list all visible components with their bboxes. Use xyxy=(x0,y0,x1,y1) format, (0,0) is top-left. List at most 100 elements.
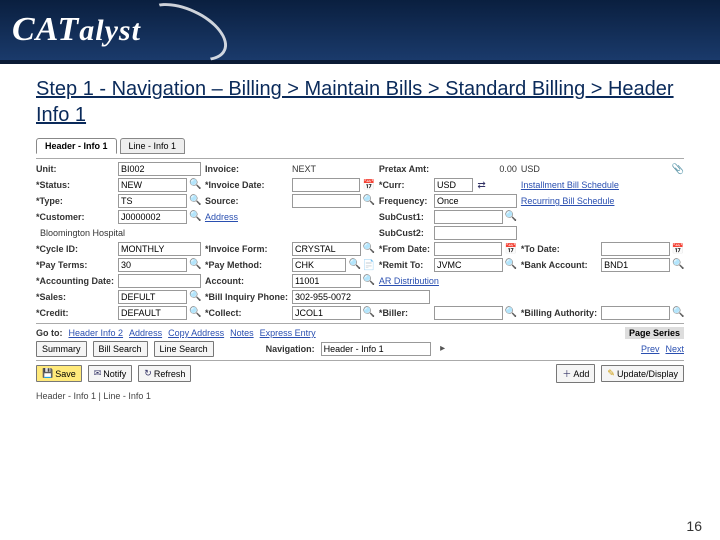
lookup-credit[interactable]: 🔍 xyxy=(189,307,201,319)
lookup-remit[interactable]: 🔍 xyxy=(505,259,517,271)
link-goto-address[interactable]: Address xyxy=(129,328,162,338)
label-type: Type: xyxy=(36,196,114,206)
link-ar-dist[interactable]: AR Distribution xyxy=(379,276,684,286)
tab-header-info1[interactable]: Header - Info 1 xyxy=(36,138,117,154)
input-customer[interactable] xyxy=(118,210,187,224)
lookup-status[interactable]: 🔍 xyxy=(189,179,201,191)
input-frequency[interactable] xyxy=(434,194,517,208)
lookup-payterms[interactable]: 🔍 xyxy=(189,259,201,271)
update-button[interactable]: ✎Update/Display xyxy=(601,365,684,382)
link-installment[interactable]: Installment Bill Schedule xyxy=(521,180,684,190)
input-inq-phone[interactable] xyxy=(292,290,430,304)
input-invoice-date[interactable] xyxy=(292,178,360,192)
label-to-date: To Date: xyxy=(521,244,597,254)
lookup-type[interactable]: 🔍 xyxy=(189,195,201,207)
label-bill-auth: Billing Authority: xyxy=(521,308,597,318)
input-navigation[interactable] xyxy=(321,342,431,356)
label-goto: Go to: xyxy=(36,328,63,338)
label-customer: Customer: xyxy=(36,212,114,222)
attach-icon[interactable]: 📎 xyxy=(672,164,684,175)
input-account[interactable] xyxy=(292,274,361,288)
link-notes[interactable]: Notes xyxy=(230,328,254,338)
value-pretax: 0.00 xyxy=(499,164,517,174)
lookup-paymethod[interactable]: 🔍 xyxy=(348,259,360,271)
exchange-icon[interactable]: ⇄ xyxy=(477,180,485,191)
lookup-sales[interactable]: 🔍 xyxy=(189,291,201,303)
nav-go-icon[interactable]: ▸ xyxy=(437,343,449,355)
link-prev[interactable]: Prev xyxy=(641,344,660,354)
input-acct-date[interactable] xyxy=(118,274,201,288)
pay-extra-icon[interactable]: 📄 xyxy=(362,260,374,271)
input-collect[interactable] xyxy=(292,306,361,320)
link-recurring[interactable]: Recurring Bill Schedule xyxy=(521,196,684,206)
link-next[interactable]: Next xyxy=(665,344,684,354)
label-acct-date: Accounting Date: xyxy=(36,276,114,286)
calendar-invoice-date[interactable]: 📅 xyxy=(362,180,374,191)
label-unit: Unit: xyxy=(36,164,114,174)
logo-swoosh xyxy=(134,0,236,73)
label-navigation: Navigation: xyxy=(266,344,315,354)
separator-2 xyxy=(36,323,684,324)
input-status[interactable] xyxy=(118,178,187,192)
input-source[interactable] xyxy=(292,194,361,208)
separator xyxy=(36,158,684,159)
input-unit[interactable] xyxy=(118,162,201,176)
input-subcust1[interactable] xyxy=(434,210,503,224)
notify-button[interactable]: ✉Notify xyxy=(88,365,133,382)
add-button[interactable]: ＋Add xyxy=(556,364,595,383)
value-invoice: NEXT xyxy=(292,164,375,174)
save-button[interactable]: 💾Save xyxy=(36,365,82,382)
lookup-bank[interactable]: 🔍 xyxy=(672,259,684,271)
input-credit[interactable] xyxy=(118,306,187,320)
link-address[interactable]: Address xyxy=(205,212,375,222)
bill-search-button[interactable]: Bill Search xyxy=(93,341,148,357)
input-invoice-form[interactable] xyxy=(292,242,361,256)
lookup-subcust1[interactable]: 🔍 xyxy=(505,211,517,223)
link-express[interactable]: Express Entry xyxy=(260,328,316,338)
input-bill-auth[interactable] xyxy=(601,306,670,320)
form-area: Header - Info 1 Line - Info 1 Unit: Invo… xyxy=(0,134,720,387)
label-frequency: Frequency: xyxy=(379,196,430,206)
input-pay-terms[interactable] xyxy=(118,258,187,272)
label-invoice-date: Invoice Date: xyxy=(205,180,288,190)
input-from-date[interactable] xyxy=(434,242,502,256)
lookup-account[interactable]: 🔍 xyxy=(363,275,375,287)
input-biller[interactable] xyxy=(434,306,503,320)
summary-button[interactable]: Summary xyxy=(36,341,87,357)
label-inq-phone: Bill Inquiry Phone: xyxy=(205,292,288,302)
label-remit: Remit To: xyxy=(379,260,430,270)
page-number: 16 xyxy=(686,518,702,534)
label-from-date: From Date: xyxy=(379,244,430,254)
input-bank[interactable] xyxy=(601,258,670,272)
tab-bar: Header - Info 1 Line - Info 1 xyxy=(36,138,684,154)
app-header: CATalyst xyxy=(0,0,720,64)
label-source: Source: xyxy=(205,196,288,206)
input-to-date[interactable] xyxy=(601,242,669,256)
label-page-series: Page Series xyxy=(625,327,684,339)
input-curr[interactable] xyxy=(434,178,473,192)
tab-line-info1[interactable]: Line - Info 1 xyxy=(120,138,186,154)
label-pretax: Pretax Amt: xyxy=(379,164,430,174)
separator-3 xyxy=(36,360,684,361)
lookup-source[interactable]: 🔍 xyxy=(363,195,375,207)
line-search-button[interactable]: Line Search xyxy=(154,341,214,357)
input-sales[interactable] xyxy=(118,290,187,304)
input-cycle[interactable] xyxy=(118,242,201,256)
input-type[interactable] xyxy=(118,194,187,208)
lookup-biller[interactable]: 🔍 xyxy=(505,307,517,319)
input-pay-method[interactable] xyxy=(292,258,346,272)
calendar-to[interactable]: 📅 xyxy=(672,244,684,255)
input-subcust2[interactable] xyxy=(434,226,517,240)
notify-icon: ✉ xyxy=(94,368,102,379)
link-copy-address[interactable]: Copy Address xyxy=(168,328,224,338)
link-header2[interactable]: Header Info 2 xyxy=(69,328,124,338)
refresh-button[interactable]: ↻Refresh xyxy=(138,365,191,382)
label-account: Account: xyxy=(205,276,288,286)
lookup-bill-auth[interactable]: 🔍 xyxy=(672,307,684,319)
lookup-collect[interactable]: 🔍 xyxy=(363,307,375,319)
lookup-invoice-form[interactable]: 🔍 xyxy=(363,243,375,255)
lookup-customer[interactable]: 🔍 xyxy=(189,211,201,223)
calendar-from[interactable]: 📅 xyxy=(504,244,516,255)
input-remit[interactable] xyxy=(434,258,503,272)
logo: CATalyst xyxy=(12,11,141,49)
